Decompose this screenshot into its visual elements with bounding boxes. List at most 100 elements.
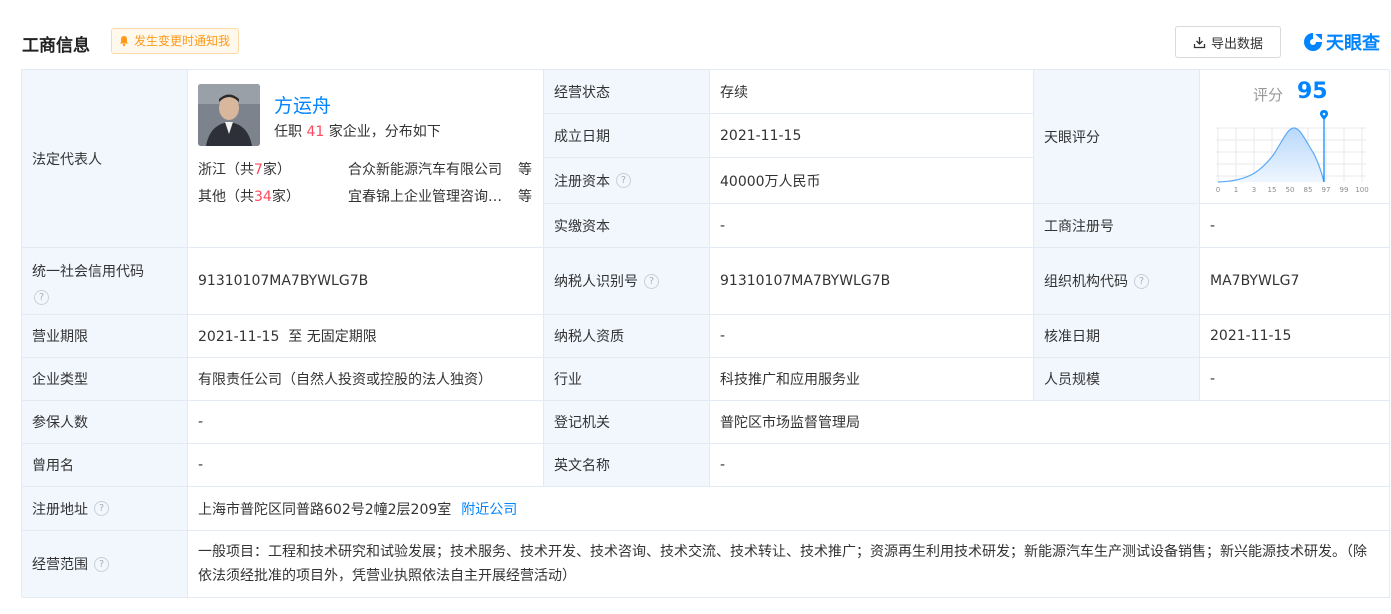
region-count: 7 — [254, 162, 263, 178]
company-link[interactable]: 宜春锦上企业管理咨询有限公司 — [348, 186, 508, 206]
term-label-cell: 营业期限 — [22, 315, 188, 358]
rep-region-row: 浙江（共7家） 合众新能源汽车有限公司 等 — [198, 159, 532, 179]
notify-label: 发生变更时通知我 — [134, 34, 231, 48]
credit-value[interactable]: 91310107MA7BYWLG7B — [198, 273, 368, 289]
industry-label: 行业 — [554, 372, 582, 388]
tick-label: 97 — [1322, 186, 1331, 194]
est-value-cell: 2021-11-15 — [710, 114, 1034, 158]
est-value: 2021-11-15 — [720, 127, 802, 144]
type-value: 有限责任公司（自然人投资或控股的法人独资） — [198, 372, 492, 388]
status-label: 经营状态 — [554, 84, 610, 101]
paid-value-cell: - — [710, 204, 1034, 248]
score-widget[interactable]: 评分 95 0 1 3 15 50 85 97 99 100 — [1200, 70, 1390, 204]
brand-name: 天眼查 — [1326, 33, 1380, 54]
org-value[interactable]: MA7BYWLG7 — [1210, 273, 1299, 289]
rep-count-suffix: 家企业，分布如下 — [324, 124, 441, 140]
rep-count[interactable]: 41 — [306, 124, 324, 140]
status-label-cell: 经营状态 — [544, 70, 710, 114]
region-suffix: 家） — [262, 162, 291, 178]
address-value: 上海市普陀区同普路602号2幢2层209室 — [198, 501, 452, 518]
regno-value: - — [1210, 217, 1216, 234]
former-value-cell: - — [188, 444, 544, 487]
regno-label: 工商注册号 — [1044, 218, 1114, 235]
org-label: 组织机构代码 — [1044, 274, 1128, 290]
scope-label-cell: 经营范围? — [22, 531, 188, 598]
staff-value: - — [1210, 371, 1216, 387]
help-icon[interactable]: ? — [94, 556, 109, 572]
address-value-cell: 上海市普陀区同普路602号2幢2层209室 附近公司 — [188, 487, 1390, 531]
tianyancha-logo-icon — [1304, 33, 1322, 51]
business-info-table: 法定代表人 方运舟 任职 41 家企业，分布如下 浙江（共7家） 合众新能源汽车… — [21, 69, 1390, 598]
industry-value: 科技推广和应用服务业 — [720, 372, 860, 388]
insured-value-cell: - — [188, 401, 544, 444]
approve-label: 核准日期 — [1044, 329, 1100, 345]
rep-label: 法定代表人 — [32, 151, 102, 168]
tick-label: 15 — [1268, 186, 1277, 194]
address-label-cell: 注册地址? — [22, 487, 188, 531]
taxid-value-cell: 91310107MA7BYWLG7B — [710, 248, 1034, 315]
region-prefix: 浙江（共 — [198, 162, 254, 178]
industry-label-cell: 行业 — [544, 358, 710, 401]
rep-label-cell: 法定代表人 — [22, 70, 188, 248]
regno-value-cell: - — [1200, 204, 1390, 248]
tick-label: 1 — [1234, 186, 1238, 194]
export-button[interactable]: 导出数据 — [1175, 26, 1281, 58]
insured-label-cell: 参保人数 — [22, 401, 188, 444]
notify-button[interactable]: 发生变更时通知我 — [111, 28, 240, 54]
legal-rep-cell: 方运舟 任职 41 家企业，分布如下 浙江（共7家） 合众新能源汽车有限公司 等… — [188, 70, 544, 248]
capital-value-cell: 40000万人民币 — [710, 158, 1034, 204]
en-label: 英文名称 — [554, 458, 610, 474]
tick-label: 0 — [1216, 186, 1220, 194]
type-label: 企业类型 — [32, 372, 88, 388]
person-photo-icon — [198, 84, 260, 146]
paid-label: 实缴资本 — [554, 218, 610, 235]
authority-label-cell: 登记机关 — [544, 401, 710, 444]
capital-label: 注册资本 — [554, 173, 610, 190]
rep-name-link[interactable]: 方运舟 — [274, 91, 331, 118]
insured-value: - — [198, 414, 204, 430]
type-label-cell: 企业类型 — [22, 358, 188, 401]
former-label: 曾用名 — [32, 458, 74, 474]
bell-icon — [120, 36, 128, 47]
help-icon[interactable]: ? — [1134, 273, 1149, 289]
approve-value-cell: 2021-11-15 — [1200, 315, 1390, 358]
help-icon[interactable]: ? — [644, 273, 659, 289]
download-icon — [1193, 36, 1206, 48]
rep-region-row: 其他（共34家） 宜春锦上企业管理咨询有限公司 等 — [198, 186, 532, 206]
tick-label: 50 — [1286, 186, 1295, 194]
en-value: - — [720, 457, 726, 473]
taxid-value[interactable]: 91310107MA7BYWLG7B — [720, 273, 890, 289]
score-distribution-chart: 0 1 3 15 50 85 97 99 100 — [1216, 110, 1369, 194]
scope-value-cell: 一般项目：工程和技术研究和试验发展；技术服务、技术开发、技术咨询、技术交流、技术… — [188, 531, 1390, 598]
export-label: 导出数据 — [1210, 36, 1263, 52]
avatar[interactable] — [198, 84, 260, 146]
taxq-value-cell: - — [710, 315, 1034, 358]
company-link[interactable]: 合众新能源汽车有限公司 — [348, 159, 508, 179]
help-icon[interactable]: ? — [34, 290, 49, 305]
tick-label: 85 — [1304, 186, 1313, 194]
region-prefix: 其他（共 — [198, 189, 254, 205]
insured-label: 参保人数 — [32, 415, 88, 431]
tick-label: 100 — [1355, 186, 1368, 194]
region-label[interactable]: 浙江（共7家） — [198, 162, 291, 178]
region-label[interactable]: 其他（共34家） — [198, 189, 300, 205]
est-label: 成立日期 — [554, 128, 610, 145]
est-label-cell: 成立日期 — [544, 114, 710, 158]
scope-label: 经营范围 — [32, 557, 88, 573]
capital-label-cell: 注册资本? — [544, 158, 710, 204]
type-value-cell: 有限责任公司（自然人投资或控股的法人独资） — [188, 358, 544, 401]
status-value: 存续 — [720, 84, 748, 101]
help-icon[interactable]: ? — [616, 173, 631, 188]
tick-label: 99 — [1340, 186, 1349, 194]
paid-value: - — [720, 217, 726, 234]
org-value-cell: MA7BYWLG7 — [1200, 248, 1390, 315]
term-label: 营业期限 — [32, 329, 88, 345]
help-icon[interactable]: ? — [94, 501, 109, 516]
term-value: 2021-11-15 至 无固定期限 — [198, 329, 377, 345]
authority-value: 普陀区市场监督管理局 — [720, 415, 860, 431]
rep-count-prefix: 任职 — [274, 124, 307, 140]
industry-value-cell: 科技推广和应用服务业 — [710, 358, 1034, 401]
address-label: 注册地址 — [32, 501, 88, 518]
taxid-label: 纳税人识别号 — [554, 274, 638, 290]
nearby-companies-link[interactable]: 附近公司 — [461, 499, 517, 519]
